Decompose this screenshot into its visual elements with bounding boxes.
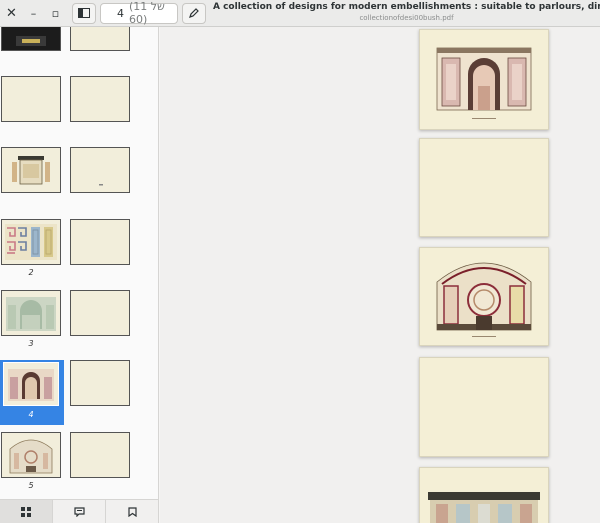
pencil-icon [189,8,199,18]
thumbnail-selected[interactable] [3,362,59,406]
page-illustration [436,47,532,119]
thumbnail[interactable] [1,27,61,51]
thumbnail[interactable] [70,27,130,51]
document-view[interactable] [160,27,600,523]
tab-thumbnails[interactable] [0,500,53,523]
thumbnail[interactable] [70,432,130,478]
annotations-icon [73,506,85,517]
thumbnail[interactable] [1,432,61,478]
page-illustration [436,262,532,337]
thumbnail-sidebar: 2 3 4 5 [0,27,159,523]
sidebar-icon [78,8,90,18]
tab-bookmarks[interactable] [106,500,158,523]
bookmarks-icon [127,506,137,517]
document-page [419,357,549,457]
page-label: 2 [28,268,34,277]
thumbnail[interactable] [1,147,61,193]
page-label: 3 [28,339,34,348]
thumbnail-image [9,439,53,474]
thumbnail-image [6,297,56,331]
thumbnail-image [12,156,50,185]
document-page [419,138,549,237]
maximize-icon[interactable]: ▫ [45,3,66,24]
sidebar-tabs [0,499,158,523]
document-title: A collection of designs for modern embel… [213,2,600,12]
thumbnail-image [5,224,57,260]
thumbnail[interactable] [70,290,130,336]
thumbnail[interactable] [1,76,61,122]
document-filename: collectionofdesi00bush.pdf [359,14,454,22]
page-illustration [428,492,540,523]
page-label-selected: 4 [28,410,34,419]
page-input[interactable] [106,6,124,20]
document-page [419,247,549,346]
minimize-icon[interactable]: – [23,3,44,24]
thumbnail[interactable] [70,147,130,193]
thumbnail-image [99,184,103,186]
thumbnail[interactable] [70,76,130,122]
thumbnail[interactable] [1,290,61,336]
page-label: 5 [28,481,34,490]
tab-annotations[interactable] [53,500,106,523]
document-title-area: A collection of designs for modern embel… [213,2,600,24]
thumbnail[interactable] [70,219,130,265]
sidebar-toggle-button[interactable] [72,2,96,24]
thumbnail[interactable] [1,219,61,265]
page-number-field[interactable]: (11 של 60) [100,0,178,26]
document-page [419,29,549,130]
thumbnails-icon [21,506,31,517]
header-bar: ✕ – ▫ (11 של 60) A collection of designs… [0,0,600,27]
document-page [419,467,549,523]
thumbnail[interactable] [70,360,130,406]
page-total-label: (11 של 60) [129,0,165,26]
thumbnail-image [16,36,46,46]
annotate-button[interactable] [182,2,206,24]
thumbnail-image [8,369,54,401]
close-icon[interactable]: ✕ [1,3,22,24]
